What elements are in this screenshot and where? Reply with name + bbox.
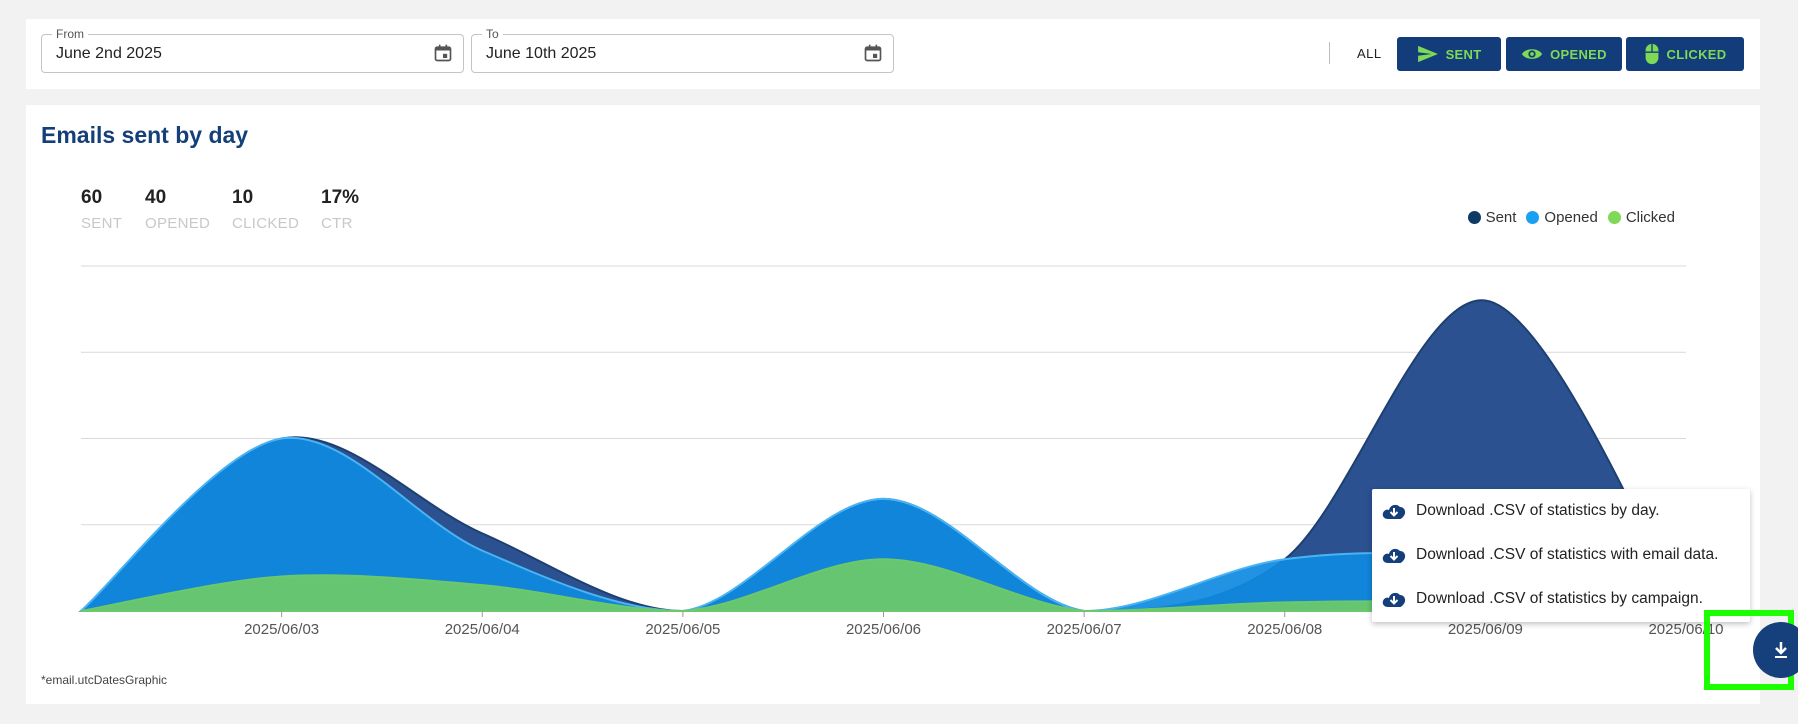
x-tick-label: 2025/06/06 [846, 621, 921, 638]
to-date-field[interactable]: To June 10th 2025 [471, 27, 894, 73]
footnote: *email.utcDatesGraphic [41, 673, 168, 687]
filter-all-button[interactable]: ALL [1357, 46, 1382, 61]
from-value: June 2nd 2025 [56, 45, 162, 62]
download-item-label: Download .CSV of statistics with email d… [1416, 546, 1719, 563]
from-date-field[interactable]: From June 2nd 2025 [41, 27, 464, 73]
filter-clicked-label: CLICKED [1666, 46, 1727, 62]
x-tick-label: 2025/06/05 [645, 621, 720, 638]
filter-sent-label: SENT [1445, 46, 1482, 62]
download-with-email-item[interactable]: Download .CSV of statistics with email d… [1382, 540, 1718, 570]
send-icon [1417, 45, 1438, 63]
divider [1329, 42, 1330, 64]
x-tick-label: 2025/06/07 [1047, 621, 1122, 638]
from-label: From [52, 27, 88, 41]
download-by-day-item[interactable]: Download .CSV of statistics by day. [1382, 496, 1660, 526]
filter-bar: From June 2nd 2025 To June 10th 2025 ALL… [26, 19, 1760, 89]
cloud-download-icon [1382, 504, 1406, 519]
eye-icon [1522, 49, 1543, 59]
x-tick-label: 2025/06/08 [1247, 621, 1322, 638]
cloud-download-icon [1382, 548, 1406, 563]
download-icon [1775, 642, 1787, 658]
filter-opened-button[interactable]: OPENED [1506, 37, 1622, 71]
download-by-campaign-item[interactable]: Download .CSV of statistics by campaign. [1382, 584, 1703, 614]
mouse-icon [1645, 43, 1658, 65]
filter-opened-label: OPENED [1550, 46, 1607, 62]
cloud-download-icon [1382, 592, 1406, 607]
filter-sent-button[interactable]: SENT [1397, 37, 1501, 71]
calendar-icon[interactable] [433, 43, 453, 63]
x-tick-label: 2025/06/03 [244, 621, 319, 638]
calendar-icon[interactable] [863, 43, 883, 63]
download-menu: Download .CSV of statistics by day. Down… [1372, 489, 1750, 622]
to-label: To [482, 27, 503, 41]
filter-clicked-button[interactable]: CLICKED [1626, 37, 1744, 71]
download-item-label: Download .CSV of statistics by day. [1416, 502, 1660, 519]
download-item-label: Download .CSV of statistics by campaign. [1416, 590, 1703, 607]
x-tick-label: 2025/06/04 [445, 621, 520, 638]
to-value: June 10th 2025 [486, 45, 597, 62]
x-tick-label: 2025/06/09 [1448, 621, 1523, 638]
